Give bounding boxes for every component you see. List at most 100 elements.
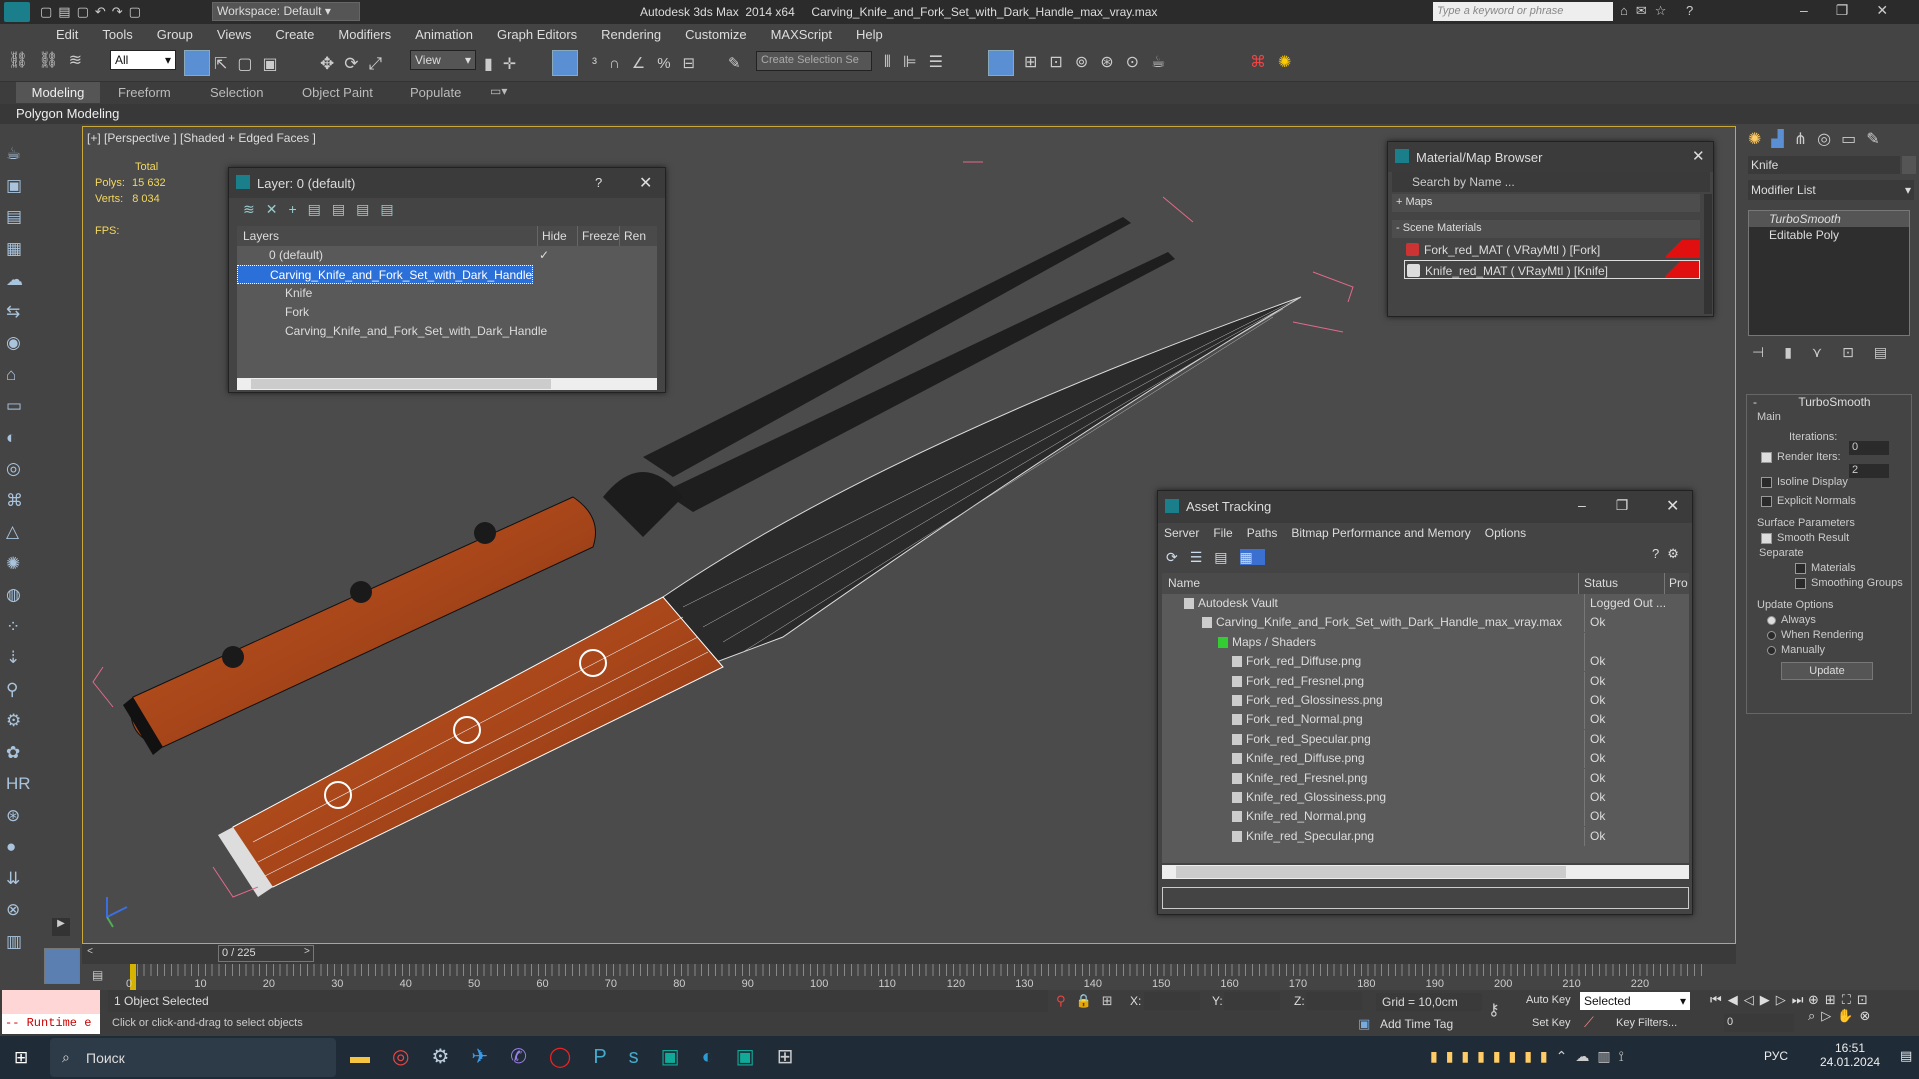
asset-row[interactable]: Knife_red_Normal.png Ok [1162, 807, 1689, 827]
layer-row[interactable]: Knife [237, 284, 657, 303]
menu-rendering[interactable]: Rendering [589, 24, 673, 42]
menu-customize[interactable]: Customize [673, 24, 758, 42]
time-slider[interactable]: < 0 / 225 > [82, 944, 1736, 964]
layer-row[interactable]: Fork [237, 303, 657, 322]
layer-row[interactable]: 0 (default) ✓ [237, 246, 657, 265]
column-layers[interactable]: Layers [237, 226, 537, 246]
pivot-icons[interactable]: ▮✛ [484, 54, 526, 74]
stack-item-editable-poly[interactable]: Editable Poly [1749, 227, 1909, 243]
select-manipulate-icon[interactable] [552, 50, 578, 76]
auto-key-button[interactable]: Auto Key [1526, 994, 1571, 1006]
asset-row[interactable]: Autodesk Vault Logged Out ... [1162, 594, 1689, 613]
help-button[interactable]: ? [595, 175, 602, 190]
left-tool-icons[interactable]: ☕ ▣ ▤ ▦ ☁ ⇆ ◉ ⌂ ▭ ◐ ◎ ⌘ △ ✺ ◍ ⁘ ⇣ ⚲ ⚙ ✿ HR ⊛ ● ⇊ ⊗ ▥ [0, 124, 36, 957]
asset-row[interactable]: Knife_red_Glossiness.png Ok [1162, 787, 1689, 807]
maps-group[interactable]: + Maps [1392, 194, 1700, 212]
scene-explorer-icon[interactable] [988, 50, 1014, 76]
rollout-header[interactable]: - TurboSmooth [1747, 395, 1911, 411]
app-logo-icon[interactable] [4, 2, 30, 22]
materials-row[interactable]: Materials [1747, 559, 1911, 574]
expand-arrow-icon[interactable]: ▶ [52, 918, 70, 936]
pinned-apps[interactable]: ▬◎⚙✈✆◯Ps▣◐▣⊞ [350, 1044, 815, 1069]
command-panel-tabs[interactable]: ✺▟⋔◎▭✎ [1742, 126, 1919, 150]
layer-row[interactable]: Carving_Knife_and_Fork_Set_with_Dark_Han… [237, 322, 657, 341]
stack-control-icons[interactable]: ⊣▮⋎⊡▤ [1752, 344, 1907, 361]
notifications-icon[interactable]: ▤ [1900, 1048, 1912, 1064]
menu-help[interactable]: Help [844, 24, 895, 42]
named-selection-set-dropdown[interactable]: Create Selection Se [756, 51, 872, 71]
update-button[interactable]: Update [1781, 662, 1873, 680]
infocenter-icons[interactable]: ⌂✉☆ ? [1620, 3, 1701, 19]
menu-file[interactable]: File [1213, 526, 1232, 540]
link-tools-icons[interactable]: ⛓⛓≋ [8, 50, 103, 76]
workspace-dropdown[interactable]: Workspace: Default ▾ [212, 2, 360, 21]
close-icon[interactable]: ✕ [1666, 496, 1679, 516]
next-frame-icon[interactable]: > [304, 946, 310, 957]
render-iters-spinner[interactable]: 2 [1849, 464, 1889, 478]
render-icons[interactable]: ⌘✺ [1250, 52, 1303, 72]
taskbar-search[interactable]: ⌕ Поиск [50, 1038, 336, 1077]
snap-icons[interactable]: ³∩∠%⊟ [592, 54, 707, 72]
help-search-input[interactable]: Type a keyword or phrase [1433, 2, 1613, 21]
menu-server[interactable]: Server [1164, 526, 1199, 540]
start-icon[interactable]: ⊞ [14, 1048, 28, 1068]
horizontal-scrollbar[interactable] [1162, 865, 1689, 879]
object-name-field[interactable]: Knife [1748, 156, 1900, 174]
selection-region-icons[interactable]: ⇱▢▣ [214, 54, 288, 74]
column-name[interactable]: Name [1162, 573, 1578, 594]
system-tray-icons[interactable]: ▮▮▮▮▮▮▮▮⌃☁▥⟟ [1430, 1048, 1632, 1065]
manually-radio[interactable]: Manually [1747, 641, 1911, 656]
selection-filter-dropdown[interactable]: All ▾ [110, 50, 176, 70]
menu-group[interactable]: Group [145, 24, 205, 42]
material-item[interactable]: Fork_red_MAT ( VRayMtl ) [Fork] [1404, 240, 1700, 259]
stack-item-turbosmooth[interactable]: TurboSmooth [1749, 211, 1909, 227]
smooth-result-row[interactable]: Smooth Result [1747, 529, 1911, 544]
menu-create[interactable]: Create [263, 24, 326, 42]
layer-row-selected[interactable]: Carving_Knife_and_Fork_Set_with_Dark_Han… [237, 265, 533, 284]
z-coordinate-field[interactable] [1306, 992, 1362, 1010]
column-freeze[interactable]: Freeze [577, 226, 619, 246]
menu-bitmap-performance[interactable]: Bitmap Performance and Memory [1291, 526, 1470, 540]
curve-editor-icon[interactable]: ▤ [92, 968, 103, 982]
time-tag-icon[interactable]: ▣ [1358, 1016, 1370, 1032]
tab-object-paint[interactable]: Object Paint [302, 85, 373, 100]
viewport-nav-icons[interactable]: ⊕⊞⛶⊡ ⌕▷✋⊗ [1808, 992, 1876, 1024]
horizontal-scrollbar[interactable] [237, 378, 657, 390]
set-key-button[interactable]: Set Key [1532, 1017, 1571, 1029]
material-search-input[interactable]: Search by Name ... [1392, 172, 1710, 192]
asset-row[interactable]: Maps / Shaders [1162, 632, 1689, 652]
menu-options[interactable]: Options [1485, 526, 1526, 540]
modifier-list-dropdown[interactable]: Modifier List ▾ [1748, 180, 1914, 200]
asset-row[interactable]: Fork_red_Specular.png Ok [1162, 729, 1689, 749]
prev-frame-icon[interactable]: < [82, 946, 98, 961]
material-browser-title-bar[interactable]: Material/Map Browser ✕ [1388, 142, 1713, 172]
close-icon[interactable]: ✕ [639, 173, 652, 193]
menu-graph-editors[interactable]: Graph Editors [485, 24, 589, 42]
layer-toolbar-icons[interactable]: ≋✕+▤▤▤▤ [229, 198, 665, 224]
asset-row[interactable]: Fork_red_Diffuse.png Ok [1162, 652, 1689, 672]
asset-tracking-title-bar[interactable]: Asset Tracking –❐ ✕ [1158, 491, 1692, 523]
x-coordinate-field[interactable] [1144, 992, 1200, 1010]
render-iters-checkbox[interactable] [1761, 451, 1772, 463]
viewport-label[interactable]: [+] [Perspective ] [Shaded + Edged Faces… [87, 131, 316, 145]
menu-views[interactable]: Views [205, 24, 263, 42]
always-radio[interactable]: Always [1747, 611, 1911, 626]
tab-selection[interactable]: Selection [210, 85, 263, 100]
layer-panel-title-bar[interactable]: Layer: 0 (default) ? ✕ [229, 168, 665, 198]
window-controls[interactable]: –❐✕ [1800, 2, 1916, 19]
edit-named-selection-icon[interactable]: ✎ [728, 54, 741, 72]
asset-row[interactable]: Knife_red_Specular.png Ok [1162, 826, 1689, 846]
menu-tools[interactable]: Tools [90, 24, 144, 42]
mirror-align-icons[interactable]: ⫴⊫☰ [884, 52, 955, 72]
reference-coordinate-dropdown[interactable]: View ▾ [410, 50, 476, 70]
column-render[interactable]: Ren [619, 226, 649, 246]
editor-icons[interactable]: ⊞⊡⊚⊛⊙☕ [1024, 52, 1177, 72]
polygon-modeling-label[interactable]: Polygon Modeling [16, 106, 119, 121]
material-item-selected[interactable]: Knife_red_MAT ( VRayMtl ) [Knife] [1404, 260, 1700, 279]
vertical-scrollbar[interactable] [1704, 194, 1712, 314]
asset-row[interactable]: Carving_Knife_and_Fork_Set_with_Dark_Han… [1162, 613, 1689, 633]
quick-access-icons[interactable]: ▢▤▢↶↷▢ [40, 4, 147, 20]
language-indicator[interactable]: РУС [1764, 1049, 1788, 1063]
set-key-icon[interactable]: ⟋ [1584, 1014, 1594, 1031]
script-error-line[interactable]: -- Runtime e [2, 1014, 100, 1034]
